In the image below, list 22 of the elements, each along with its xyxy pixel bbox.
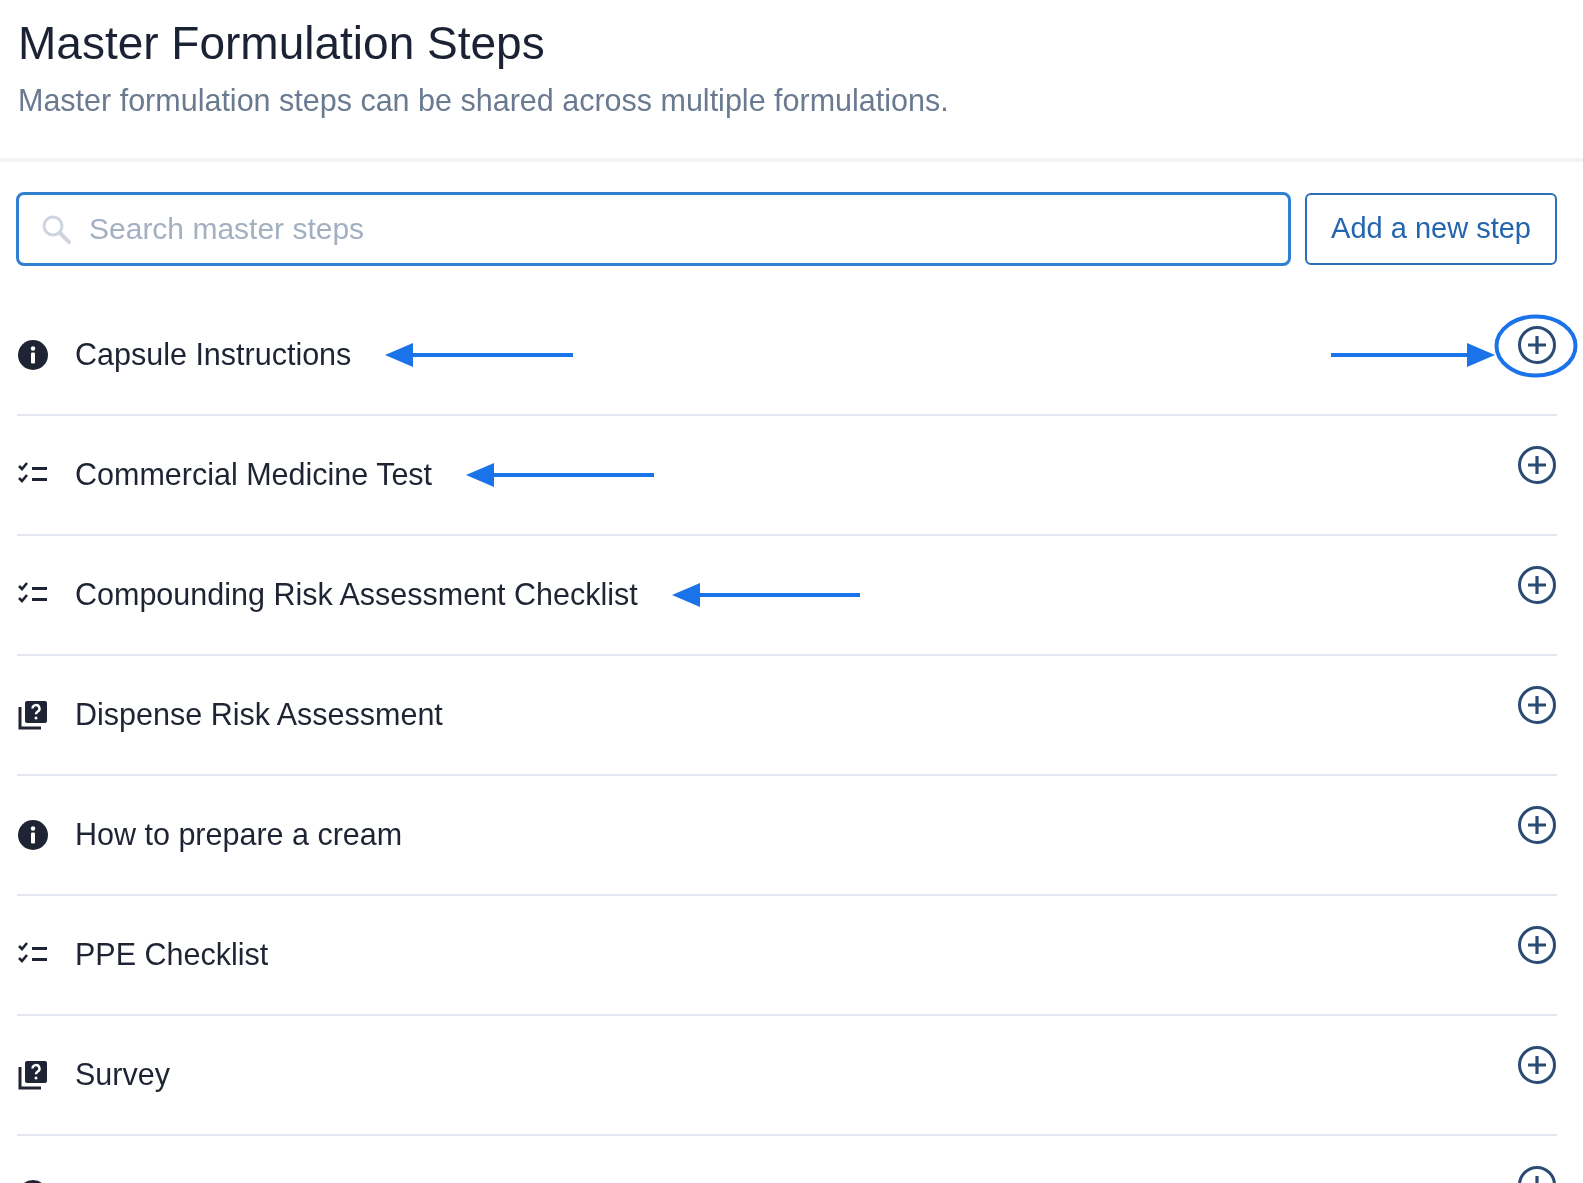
add-icon[interactable] <box>1517 684 1557 725</box>
info-icon <box>17 818 49 851</box>
add-icon[interactable] <box>1517 324 1557 365</box>
step-name[interactable]: Survey <box>75 1051 170 1098</box>
step-name[interactable]: PPE Checklist <box>75 931 269 978</box>
add-icon[interactable] <box>1517 804 1557 845</box>
question-card-icon <box>17 1058 49 1091</box>
question-card-icon <box>17 698 49 731</box>
page-title: Master Formulation Steps <box>18 16 546 71</box>
step-name[interactable]: Capsule Instructions <box>75 331 352 378</box>
info-icon <box>17 338 49 371</box>
search-field[interactable]: Search master steps <box>16 191 1292 266</box>
step-name[interactable]: Commercial Medicine Test <box>75 451 433 498</box>
add-icon[interactable] <box>1517 1044 1557 1085</box>
add-step-button[interactable]: Add a new step <box>1305 192 1557 265</box>
add-icon[interactable] <box>1517 444 1557 485</box>
step-name[interactable]: Compounding Risk Assessment Checklist <box>75 571 638 618</box>
add-icon[interactable] <box>1517 564 1557 605</box>
step-name[interactable]: How to prepare a cream <box>75 811 403 858</box>
step-name[interactable]: Dispense Risk Assessment <box>75 691 443 738</box>
add-icon[interactable] <box>1517 924 1557 965</box>
page-subtitle: Master formulation steps can be shared across multiple formulations. <box>18 81 950 120</box>
